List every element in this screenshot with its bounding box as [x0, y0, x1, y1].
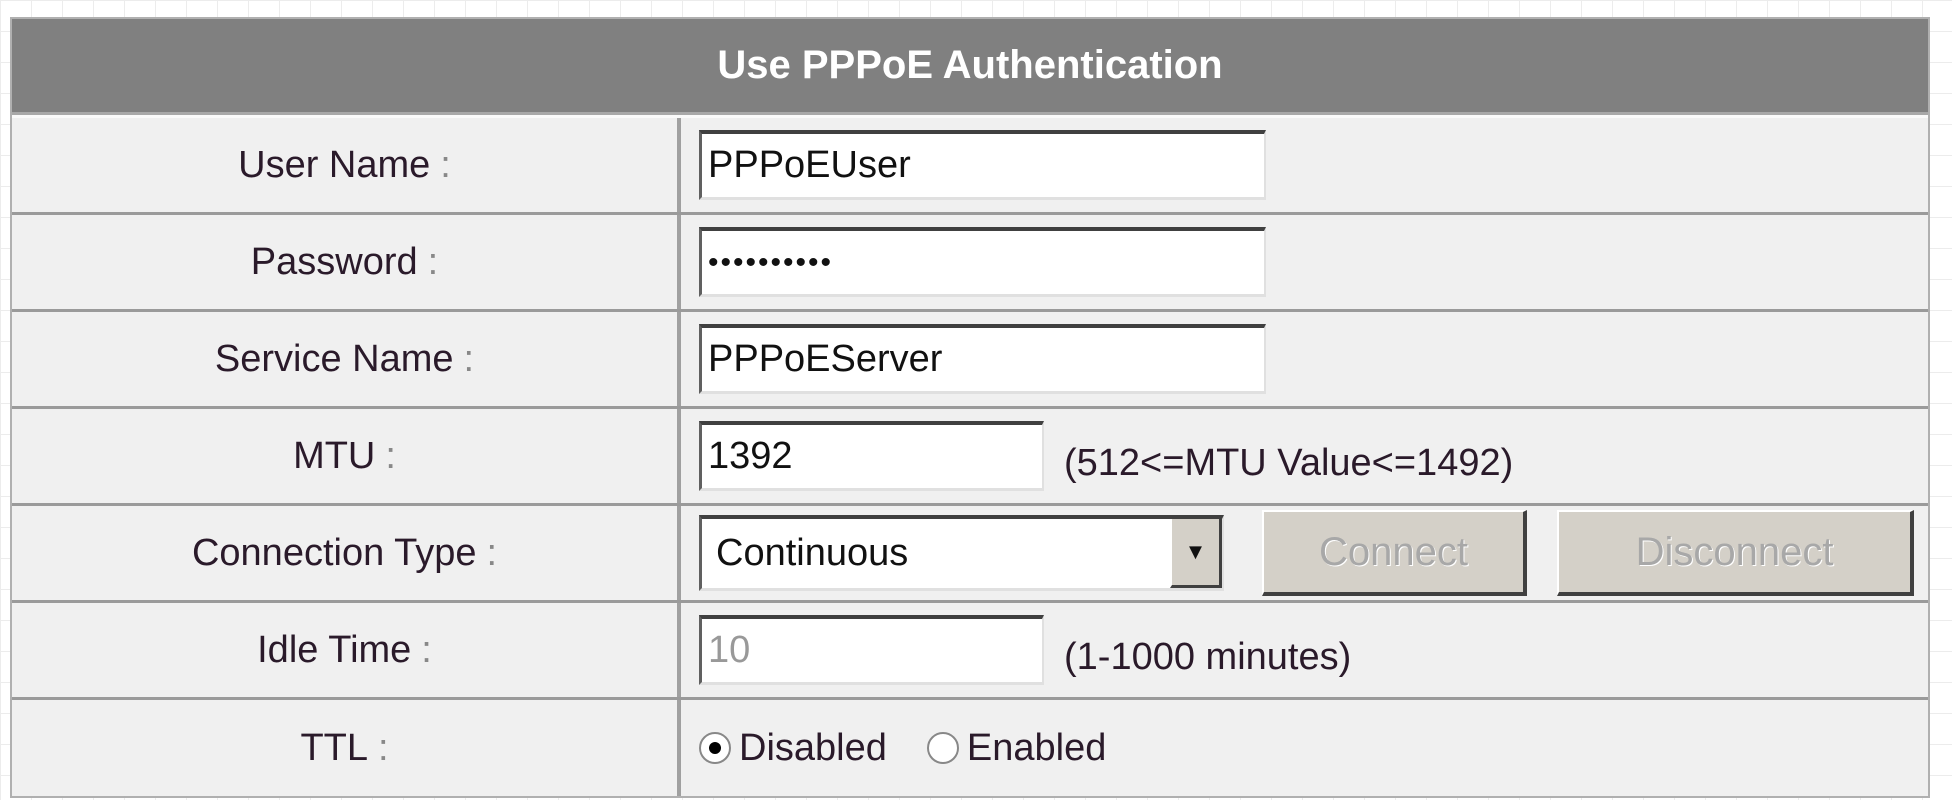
password-input[interactable]: •••••••••• — [699, 227, 1266, 297]
mtu-hint: (512<=MTU Value<=1492) — [1064, 441, 1514, 484]
idle-time-row: Idle Time: 10 (1-1000 minutes) — [12, 600, 1928, 697]
connection-type-label: Connection Type — [191, 531, 477, 574]
connection-type-select[interactable]: Continuous ▼ — [699, 515, 1224, 591]
idle-time-hint: (1-1000 minutes) — [1064, 635, 1352, 678]
mtu-label: MTU — [293, 434, 376, 477]
mtu-input[interactable]: 1392 — [699, 421, 1044, 491]
connection-type-row: Connection Type: Continuous ▼ Connect Dis… — [12, 503, 1928, 600]
chevron-down-icon[interactable]: ▼ — [1170, 519, 1222, 588]
user-name-label: User Name — [238, 143, 431, 186]
ttl-label: TTL — [300, 726, 368, 769]
service-name-row: Service Name: PPPoEServer — [12, 309, 1928, 406]
radio-checked-icon[interactable] — [699, 732, 731, 764]
idle-time-label: Idle Time — [257, 628, 412, 671]
connect-button[interactable]: Connect — [1262, 510, 1527, 596]
user-name-row: User Name: PPPoEUser — [12, 115, 1928, 212]
mtu-row: MTU: 1392 (512<=MTU Value<=1492) — [12, 406, 1928, 503]
user-name-input[interactable]: PPPoEUser — [699, 130, 1266, 200]
ttl-disabled-option[interactable]: Disabled — [699, 727, 887, 770]
password-row: Password: •••••••••• — [12, 212, 1928, 309]
disconnect-button[interactable]: Disconnect — [1557, 510, 1914, 596]
radio-unchecked-icon[interactable] — [926, 732, 959, 764]
ttl-row: TTL: Disabled Enabled — [12, 697, 1928, 796]
panel-title: Use PPPoE Authentication — [12, 19, 1928, 115]
password-label: Password — [250, 240, 418, 283]
ttl-enabled-option[interactable]: Enabled — [926, 727, 1106, 770]
service-name-input[interactable]: PPPoEServer — [699, 324, 1266, 394]
pppoe-panel: Use PPPoE Authentication User Name: PPPo… — [10, 17, 1930, 798]
idle-time-input[interactable]: 10 — [699, 615, 1044, 685]
service-name-label: Service Name — [214, 337, 454, 380]
